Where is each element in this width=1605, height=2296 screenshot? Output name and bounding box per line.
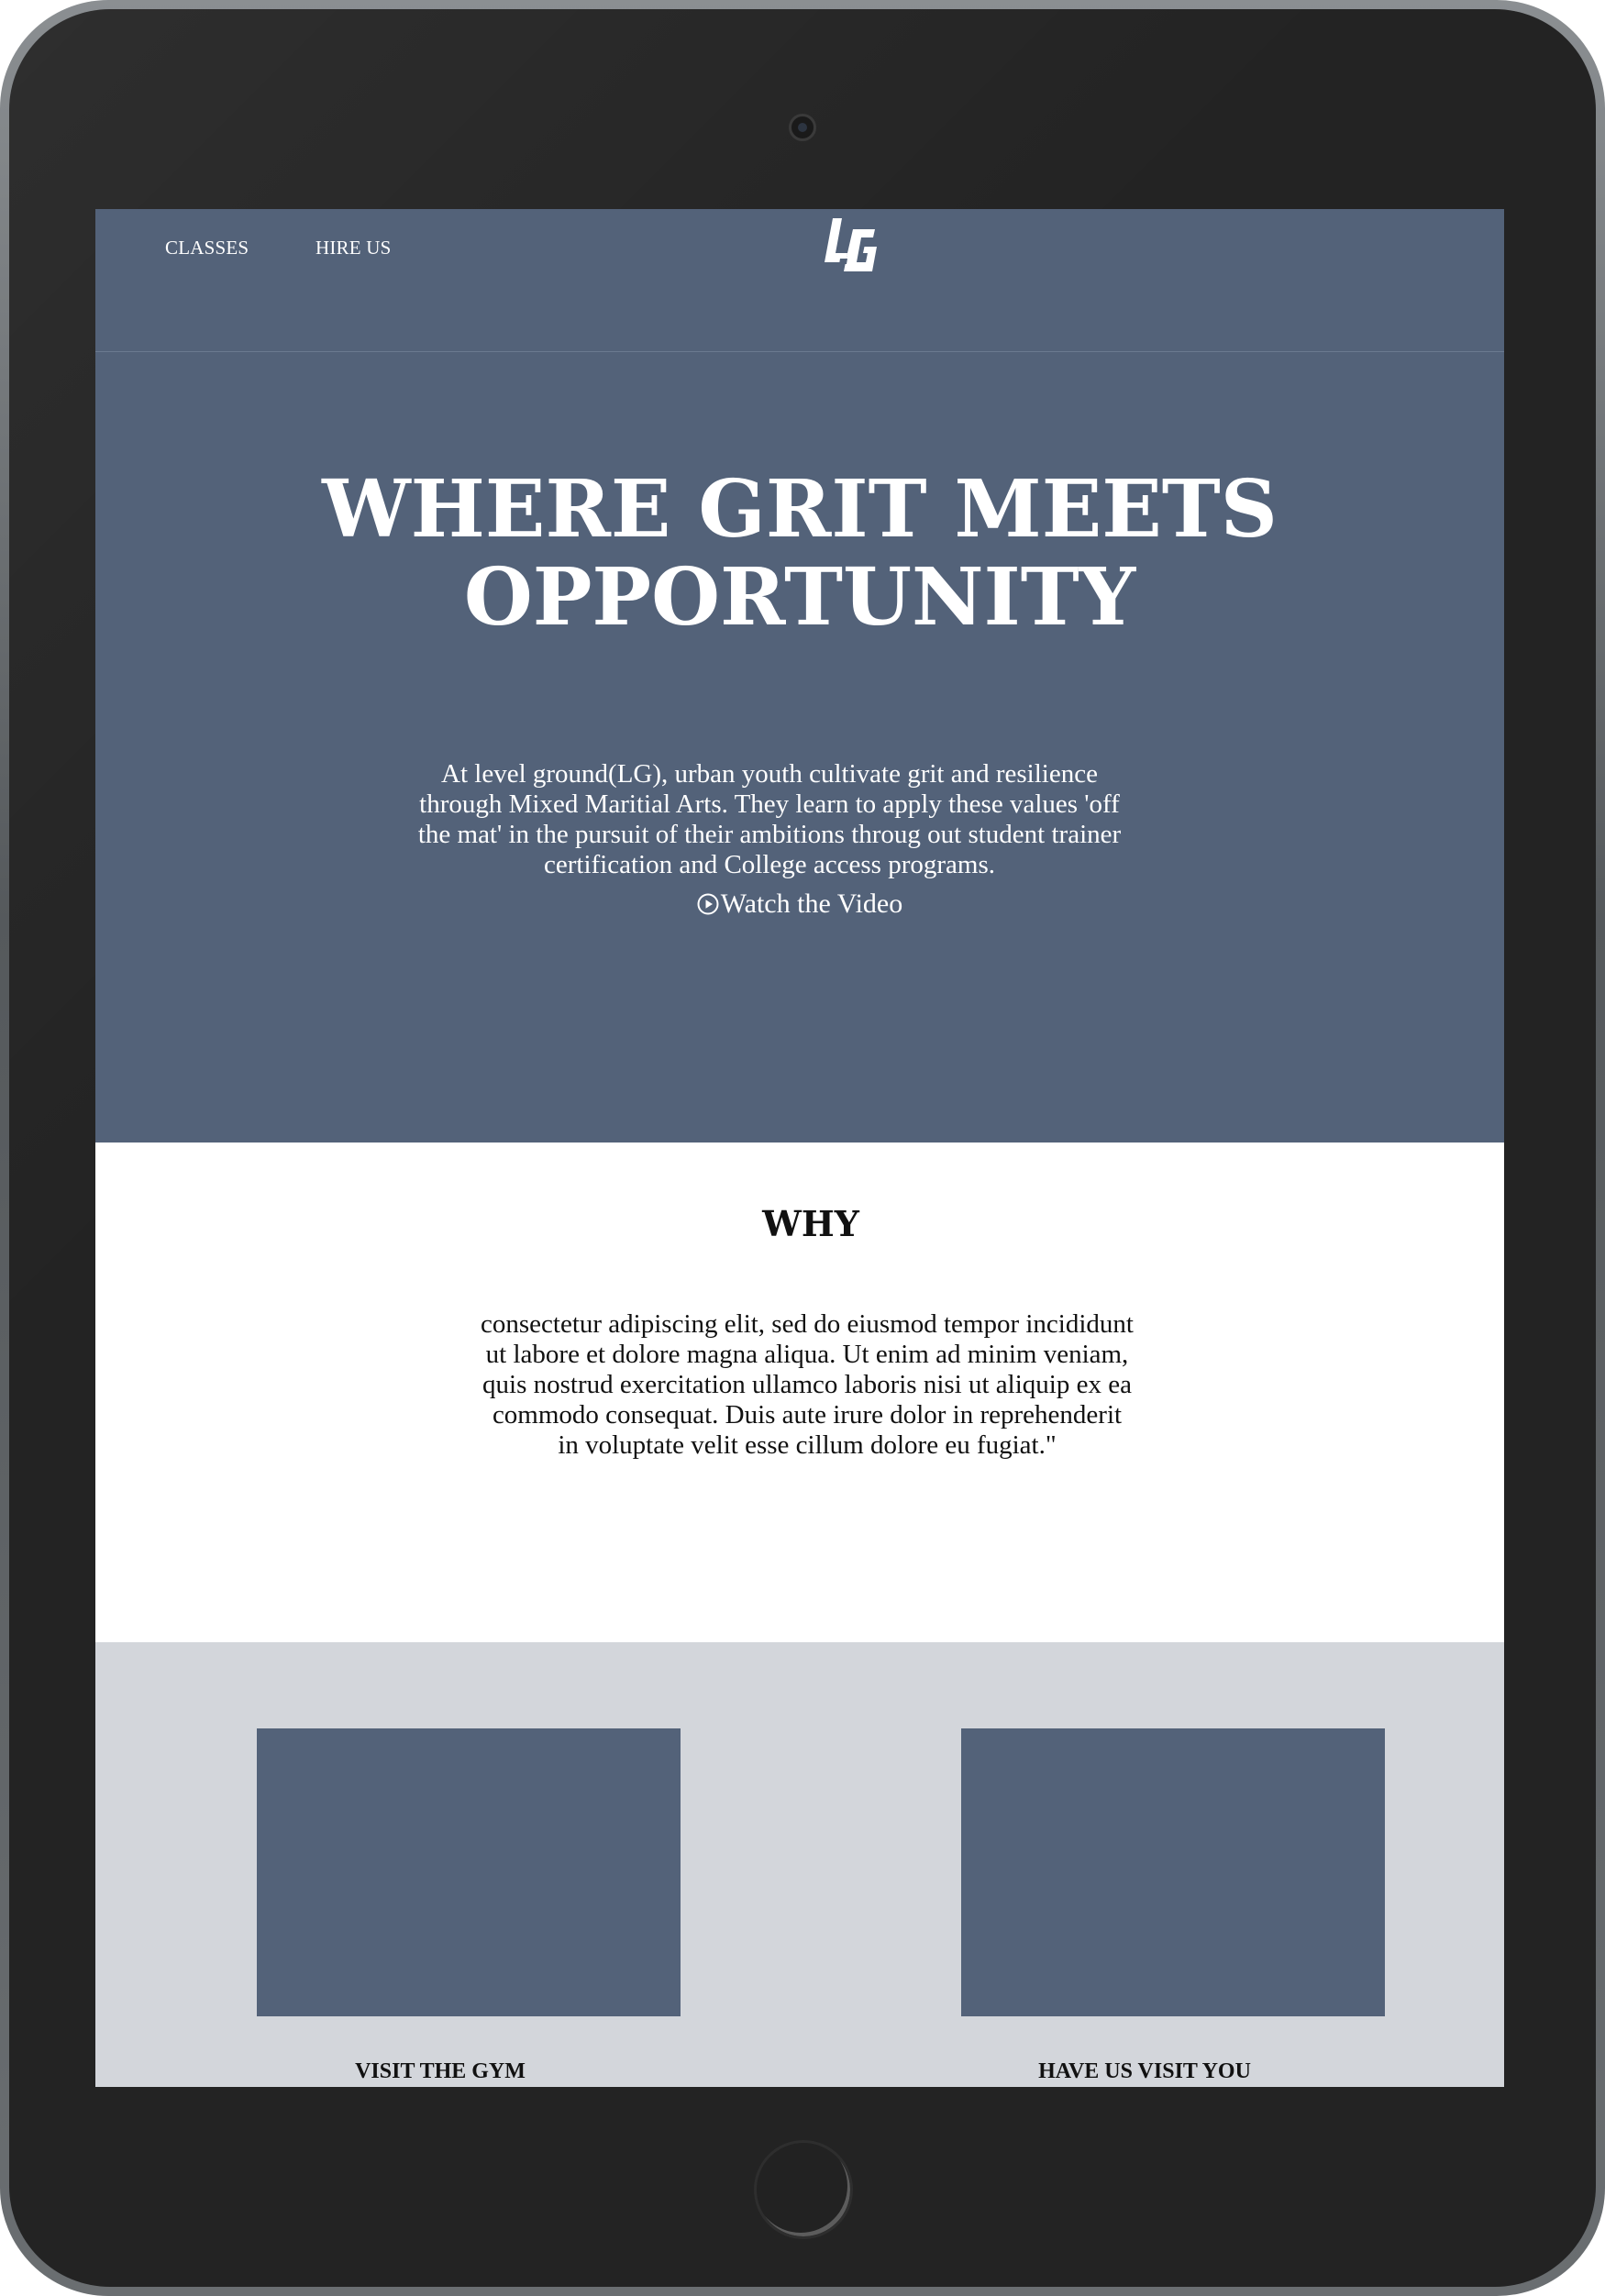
front-camera: [789, 114, 816, 141]
site-header: CLASSES HIRE US: [95, 209, 1504, 352]
watch-video-link[interactable]: Watch the Video: [95, 888, 1504, 921]
visit-gym-image[interactable]: [257, 1728, 681, 2016]
nav-classes-link[interactable]: CLASSES: [165, 237, 249, 259]
hero-section: WHERE GRIT MEETS OPPORTUNITY At level gr…: [95, 352, 1504, 1142]
tablet-screen: CLASSES HIRE US WHERE GRIT MEETS OPPORTU…: [95, 209, 1504, 2087]
why-description: consectetur adipiscing elit, sed do eius…: [481, 1309, 1134, 1460]
visit-gym-label[interactable]: VISIT THE GYM: [228, 2059, 652, 2084]
hero-title-line-1: WHERE GRIT MEETS: [322, 463, 1278, 556]
nav-hire-us-link[interactable]: HIRE US: [315, 237, 392, 259]
visit-you-label[interactable]: HAVE US VISIT YOU: [933, 2059, 1356, 2084]
why-heading: WHY: [762, 1203, 859, 1244]
hero-description: At level ground(LG), urban youth cultiva…: [417, 759, 1122, 879]
lg-logo[interactable]: [820, 216, 879, 273]
visit-you-image[interactable]: [961, 1728, 1385, 2016]
tablet-frame: CLASSES HIRE US WHERE GRIT MEETS OPPORTU…: [0, 0, 1605, 2296]
why-section: WHY consectetur adipiscing elit, sed do …: [95, 1142, 1504, 1642]
watch-video-label: Watch the Video: [720, 889, 903, 919]
home-button[interactable]: [754, 2140, 853, 2239]
hero-title-line-2: OPPORTUNITY: [463, 551, 1136, 644]
play-circle-icon: [697, 893, 719, 915]
cta-cards-section: VISIT THE GYM HAVE US VISIT YOU: [95, 1642, 1504, 2087]
hero-title: WHERE GRIT MEETS OPPORTUNITY: [95, 466, 1504, 642]
